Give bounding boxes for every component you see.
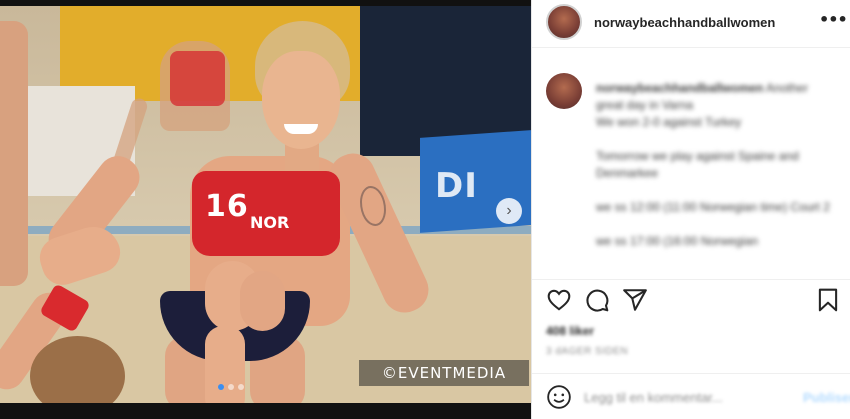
athlete-face (262, 51, 340, 149)
post-date: 3 dAGER SIDEN (546, 346, 629, 357)
action-bar (532, 285, 850, 319)
background-player-jersey (170, 51, 225, 106)
caption-line: we ss 17:00 (16:00 Norwegian (596, 234, 759, 248)
post-header: norwaybeachhandballwomen ••• (532, 0, 850, 48)
post-details-panel: norwaybeachhandballwomen ••• norwaybeach… (531, 0, 850, 419)
comment-input[interactable]: Legg til en kommentar... (584, 390, 723, 405)
avatar[interactable] (546, 4, 582, 40)
heart-icon[interactable] (546, 287, 572, 313)
athlete-hand (240, 271, 285, 331)
smiley-icon[interactable] (546, 384, 572, 410)
caption-text: norwaybeachhandballwomen Another great d… (596, 80, 836, 267)
jersey-country: NOR (250, 213, 290, 232)
instagram-post-view: DI 16 NOR › ©EVENTMEDIA norwaybeachhandb… (0, 0, 850, 419)
carousel-dot[interactable] (238, 384, 244, 390)
send-icon[interactable] (622, 287, 648, 313)
caption-section: norwaybeachhandballwomen Another great d… (532, 58, 850, 280)
carousel-next-button[interactable]: › (496, 198, 522, 224)
carousel-dots (218, 384, 244, 390)
banner-text: DI (435, 166, 478, 206)
post-photo[interactable]: DI 16 NOR › ©EVENTMEDIA (0, 6, 531, 403)
athlete-smile (284, 124, 318, 134)
caption-line: we ss 12:00 (11:00 Norwegian time) Court… (596, 200, 830, 214)
comment-bar: Legg til en kommentar... Publiser (532, 373, 850, 419)
caption-line: Tomorrow we play against Spaine and Denm… (596, 149, 799, 180)
caption-username[interactable]: norwaybeachhandballwomen (596, 81, 763, 95)
carousel-dot[interactable] (218, 384, 224, 390)
carousel-dot[interactable] (228, 384, 234, 390)
caption-line: We won 2-0 against Turkey (596, 115, 742, 129)
more-horizontal-icon: ••• (819, 10, 848, 29)
comment-icon[interactable] (584, 287, 610, 313)
bottom-letterbox (0, 403, 531, 419)
post-comment-button[interactable]: Publiser (803, 390, 850, 405)
caption-avatar[interactable] (546, 73, 582, 109)
jersey-number: 16 (205, 189, 249, 224)
bookmark-icon[interactable] (815, 287, 841, 313)
teammate-arm-second (205, 326, 245, 403)
chevron-right-icon: › (506, 202, 512, 219)
more-options-button[interactable]: ••• (819, 8, 848, 32)
photo-watermark: ©EVENTMEDIA (359, 360, 529, 386)
username-link[interactable]: norwaybeachhandballwomen (594, 15, 775, 30)
likes-count[interactable]: 408 liker (546, 324, 594, 338)
left-person (0, 21, 28, 286)
